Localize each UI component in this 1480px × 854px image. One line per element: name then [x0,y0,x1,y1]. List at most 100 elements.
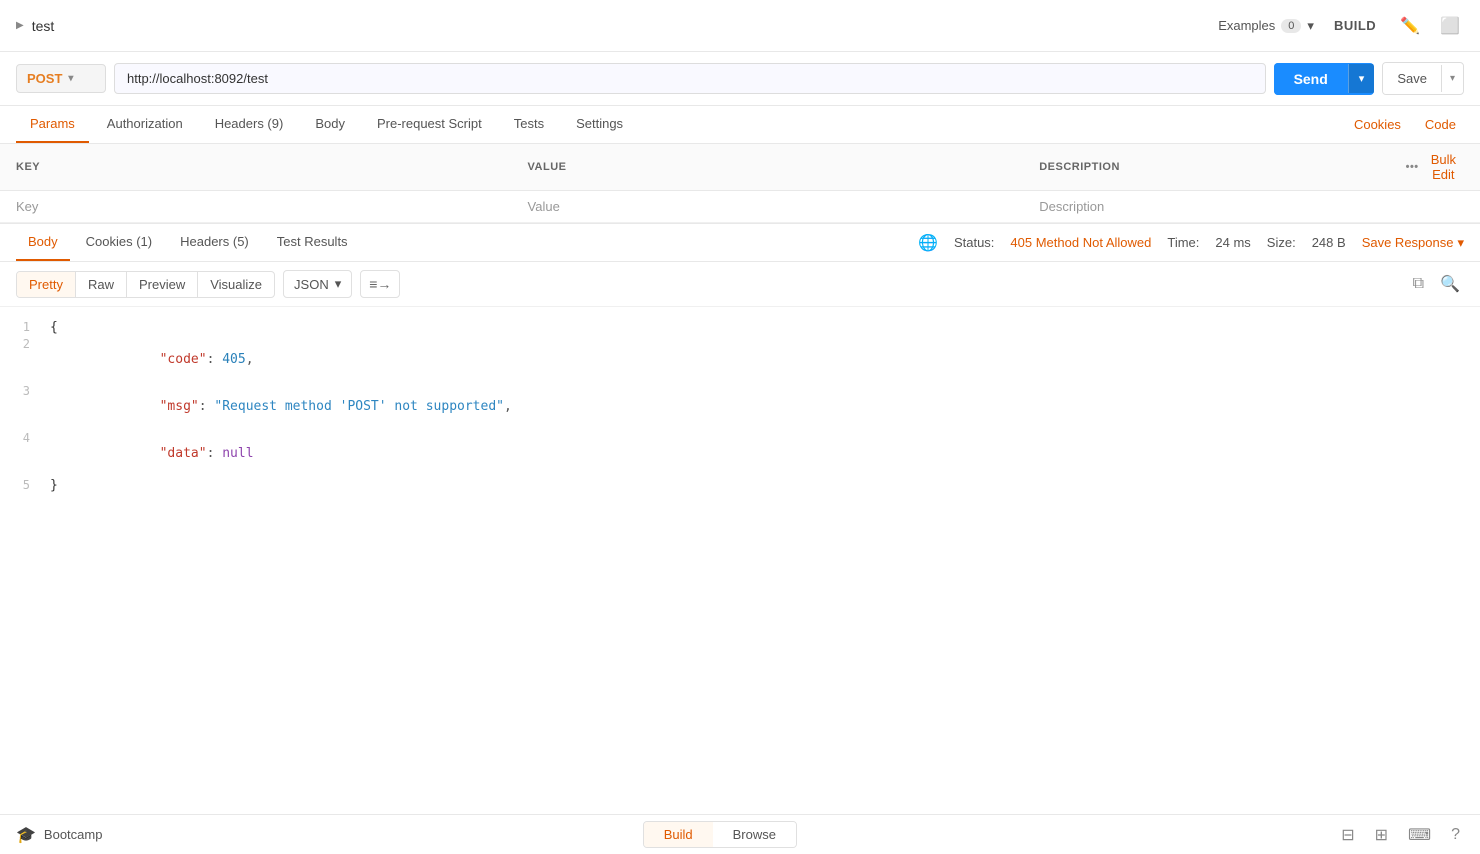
bottom-build-button[interactable]: Build [644,822,713,847]
size-label: Size: [1267,235,1296,250]
tab-body[interactable]: Body [301,106,359,143]
time-value: 24 ms [1215,235,1250,250]
bottom-browse-button[interactable]: Browse [713,822,796,847]
row-actions-cell [1390,191,1480,223]
help-icon[interactable]: ? [1447,822,1464,848]
response-tab-test-results[interactable]: Test Results [265,224,360,261]
wrap-button[interactable]: ≡→ [360,270,400,298]
keyboard-icon[interactable]: ⌨ [1404,821,1435,849]
build-button[interactable]: BUILD [1326,14,1384,37]
size-value: 248 B [1312,235,1346,250]
format-raw-button[interactable]: Raw [76,272,127,297]
expand-icon[interactable]: ▶ [16,20,24,31]
tab-pre-request[interactable]: Pre-request Script [363,106,496,143]
examples-button[interactable]: Examples 0 ▾ [1218,18,1314,34]
response-body-toolbar: Pretty Raw Preview Visualize JSON ▾ ≡→ ⧉… [0,262,1480,307]
format-visualize-button[interactable]: Visualize [198,272,274,297]
bootcamp-section: 🎓 Bootcamp [16,825,102,845]
bootcamp-icon: 🎓 [16,825,36,845]
copy-button[interactable]: ⧉ [1409,270,1428,298]
code-icon[interactable]: ⬜ [1436,12,1464,40]
line-num-5: 5 [0,478,50,492]
code-line-1: 1 { [0,319,1480,336]
code-line-2: 2 "code": 405, [0,336,1480,383]
params-section: KEY VALUE DESCRIPTION ••• Bulk Edit [0,144,1480,223]
tab-settings[interactable]: Settings [562,106,637,143]
line-content-3: "msg": "Request method 'POST' not suppor… [50,384,1480,429]
line-num-4: 4 [0,431,50,445]
tab-tests[interactable]: Tests [500,106,558,143]
bootcamp-label[interactable]: Bootcamp [44,827,103,842]
tab-authorization[interactable]: Authorization [93,106,197,143]
line-num-1: 1 [0,320,50,334]
bulk-edit-button[interactable]: Bulk Edit [1431,152,1456,182]
send-button[interactable]: Send [1274,63,1348,95]
top-bar-right: Examples 0 ▾ BUILD ✏️ ⬜ [1218,12,1464,40]
send-dropdown-button[interactable]: ▾ [1348,64,1375,93]
examples-chevron-icon: ▾ [1307,18,1314,34]
col-header-key: KEY [0,144,512,191]
description-cell[interactable]: Description [1023,191,1389,223]
top-bar: ▶ test Examples 0 ▾ BUILD ✏️ ⬜ [0,0,1480,52]
code-area[interactable]: 1 { 2 "code": 405, 3 "msg": "Request met… [0,307,1480,814]
layout-icon[interactable]: ⊟ [1337,821,1358,849]
wrap-icon: ≡→ [369,276,391,292]
time-label: Time: [1167,235,1199,250]
key-cell[interactable]: Key [0,191,512,223]
status-value: 405 Method Not Allowed [1010,235,1151,250]
save-response-chevron-icon: ▾ [1457,235,1464,251]
method-chevron-icon: ▾ [68,73,73,84]
line-content-4: "data": null [50,431,1480,476]
response-tab-body[interactable]: Body [16,224,70,261]
format-pretty-button[interactable]: Pretty [17,272,76,297]
response-tabs-bar: Body Cookies (1) Headers (5) Test Result… [0,224,1480,262]
save-response-button[interactable]: Save Response ▾ [1362,235,1464,251]
json-format-label: JSON [294,277,329,292]
examples-label: Examples [1218,18,1275,33]
search-icon: 🔍 [1440,276,1460,293]
edit-icon[interactable]: ✏️ [1396,12,1424,40]
save-button[interactable]: Save [1383,63,1441,94]
search-button[interactable]: 🔍 [1436,270,1464,298]
top-bar-left: ▶ test [16,18,54,34]
cookies-link[interactable]: Cookies [1346,107,1409,142]
col-header-actions: ••• Bulk Edit [1390,144,1480,191]
line-num-3: 3 [0,384,50,398]
url-input[interactable] [114,63,1266,94]
format-group: Pretty Raw Preview Visualize [16,271,275,298]
table-icon[interactable]: ⊞ [1371,821,1392,849]
code-line-4: 4 "data": null [0,430,1480,477]
code-link[interactable]: Code [1417,107,1464,142]
examples-badge: 0 [1281,19,1301,33]
format-preview-button[interactable]: Preview [127,272,198,297]
request-tabs: Params Authorization Headers (9) Body Pr… [0,106,1480,144]
value-cell[interactable]: Value [512,191,1024,223]
send-button-group: Send ▾ [1274,63,1375,95]
response-status-bar: 🌐 Status: 405 Method Not Allowed Time: 2… [918,233,1464,253]
line-num-2: 2 [0,337,50,351]
more-options-icon[interactable]: ••• [1406,161,1419,173]
copy-icon: ⧉ [1413,275,1424,292]
line-content-2: "code": 405, [50,337,1480,382]
line-content-1: { [50,320,1480,335]
response-tab-headers[interactable]: Headers (5) [168,224,261,261]
response-tab-cookies[interactable]: Cookies (1) [74,224,164,261]
tab-headers[interactable]: Headers (9) [201,106,298,143]
method-label: POST [27,71,62,86]
json-format-dropdown[interactable]: JSON ▾ [283,270,352,298]
toolbar-right: ⧉ 🔍 [1409,270,1464,298]
col-header-description: DESCRIPTION [1023,144,1389,191]
code-line-3: 3 "msg": "Request method 'POST' not supp… [0,383,1480,430]
save-dropdown-button[interactable]: ▾ [1441,65,1463,92]
status-label: Status: [954,235,994,250]
col-header-value: VALUE [512,144,1024,191]
code-line-5: 5 } [0,477,1480,494]
save-button-group: Save ▾ [1382,62,1464,95]
tab-params[interactable]: Params [16,106,89,143]
request-title: test [32,18,55,34]
table-row: Key Value Description [0,191,1480,223]
response-section: Body Cookies (1) Headers (5) Test Result… [0,223,1480,814]
bottom-bar: 🎓 Bootcamp Build Browse ⊟ ⊞ ⌨ ? [0,814,1480,854]
method-dropdown[interactable]: POST ▾ [16,64,106,93]
line-content-5: } [50,478,1480,493]
